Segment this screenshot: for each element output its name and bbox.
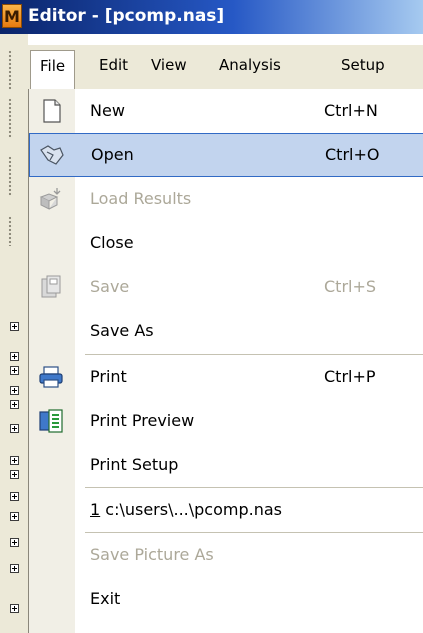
- menu-item-label: Load Results: [90, 189, 192, 208]
- tree-expand-icon[interactable]: [10, 538, 19, 547]
- tree-expand-icon[interactable]: [10, 352, 19, 361]
- menu-item-label: Save Picture As: [90, 545, 214, 564]
- menu-item-print-preview[interactable]: Print Preview: [29, 399, 423, 443]
- menu-item-open[interactable]: Open Ctrl+O: [29, 133, 423, 177]
- menu-item-shortcut: Ctrl+P: [324, 367, 376, 386]
- menu-item-label: Save As: [90, 321, 154, 340]
- menu-item-label: Save: [90, 277, 130, 296]
- toolbar-grip-handle[interactable]: [8, 98, 13, 138]
- menu-item-label: New: [90, 101, 125, 120]
- title-bar: M Editor - [pcomp.nas]: [0, 0, 423, 34]
- menu-item-save[interactable]: Save Ctrl+S: [29, 265, 423, 309]
- tree-expand-icon[interactable]: [10, 492, 19, 501]
- menu-item-print[interactable]: Print Ctrl+P: [29, 355, 423, 399]
- app-icon: M: [2, 4, 22, 28]
- tree-expand-icon[interactable]: [10, 366, 19, 375]
- toolbar-grip-handle[interactable]: [8, 156, 13, 196]
- menu-item-label: 1 c:\users\...\pcomp.nas: [90, 488, 282, 532]
- tree-expand-icon[interactable]: [10, 456, 19, 465]
- file-menu-dropdown: New Ctrl+N Open Ctrl+O Load Results Clos…: [28, 89, 423, 633]
- menu-item-label: Exit: [90, 589, 121, 608]
- tree-expand-icon[interactable]: [10, 424, 19, 433]
- menu-item-new[interactable]: New Ctrl+N: [29, 89, 423, 133]
- tree-expand-icon[interactable]: [10, 604, 19, 613]
- menu-item-close[interactable]: Close: [29, 221, 423, 265]
- recent-file-path: c:\users\...\pcomp.nas: [100, 500, 282, 519]
- menu-file[interactable]: File: [30, 50, 76, 89]
- tree-expand-icon[interactable]: [10, 400, 19, 409]
- tree-expand-icon[interactable]: [10, 564, 19, 573]
- window-title: Editor - [pcomp.nas]: [28, 6, 225, 26]
- menu-item-label: Close: [90, 233, 134, 252]
- menu-item-shortcut: Ctrl+N: [324, 101, 378, 120]
- tree-expand-icon[interactable]: [10, 512, 19, 521]
- print-preview-icon: [39, 409, 63, 433]
- menu-item-exit[interactable]: Exit: [29, 577, 423, 621]
- menu-analysis[interactable]: Analysis: [210, 50, 290, 80]
- menu-item-label: Print Preview: [90, 411, 195, 430]
- menu-item-shortcut: Ctrl+S: [324, 277, 377, 296]
- recent-file-number: 1: [90, 500, 101, 519]
- menu-item-recent-file[interactable]: 1 c:\users\...\pcomp.nas: [29, 488, 423, 532]
- menu-bar: File Edit View Analysis Setup: [28, 45, 423, 89]
- load-results-icon: [39, 188, 61, 210]
- menu-item-label: Print: [90, 367, 127, 386]
- printer-icon: [39, 366, 63, 388]
- menu-item-label: Open: [91, 145, 134, 164]
- toolbar-grip-handle[interactable]: [8, 50, 13, 90]
- left-toolbar-strip: [0, 34, 28, 633]
- save-disk-icon: [41, 275, 61, 298]
- menu-item-save-picture-as[interactable]: Save Picture As: [29, 533, 423, 577]
- tree-expand-icon[interactable]: [10, 386, 19, 395]
- new-document-icon: [43, 99, 61, 123]
- tree-expand-icon[interactable]: [10, 322, 19, 331]
- menu-item-shortcut: Ctrl+O: [325, 145, 380, 164]
- open-folder-icon: [40, 145, 64, 165]
- menu-item-load-results[interactable]: Load Results: [29, 177, 423, 221]
- menu-view[interactable]: View: [142, 50, 196, 80]
- menu-item-print-setup[interactable]: Print Setup: [29, 443, 423, 487]
- menu-setup[interactable]: Setup: [332, 50, 394, 80]
- menu-item-label: Print Setup: [90, 455, 179, 474]
- toolbar-grip-handle[interactable]: [8, 216, 13, 246]
- menu-item-save-as[interactable]: Save As: [29, 309, 423, 353]
- menu-edit[interactable]: Edit: [90, 50, 137, 80]
- tree-expand-icon[interactable]: [10, 470, 19, 479]
